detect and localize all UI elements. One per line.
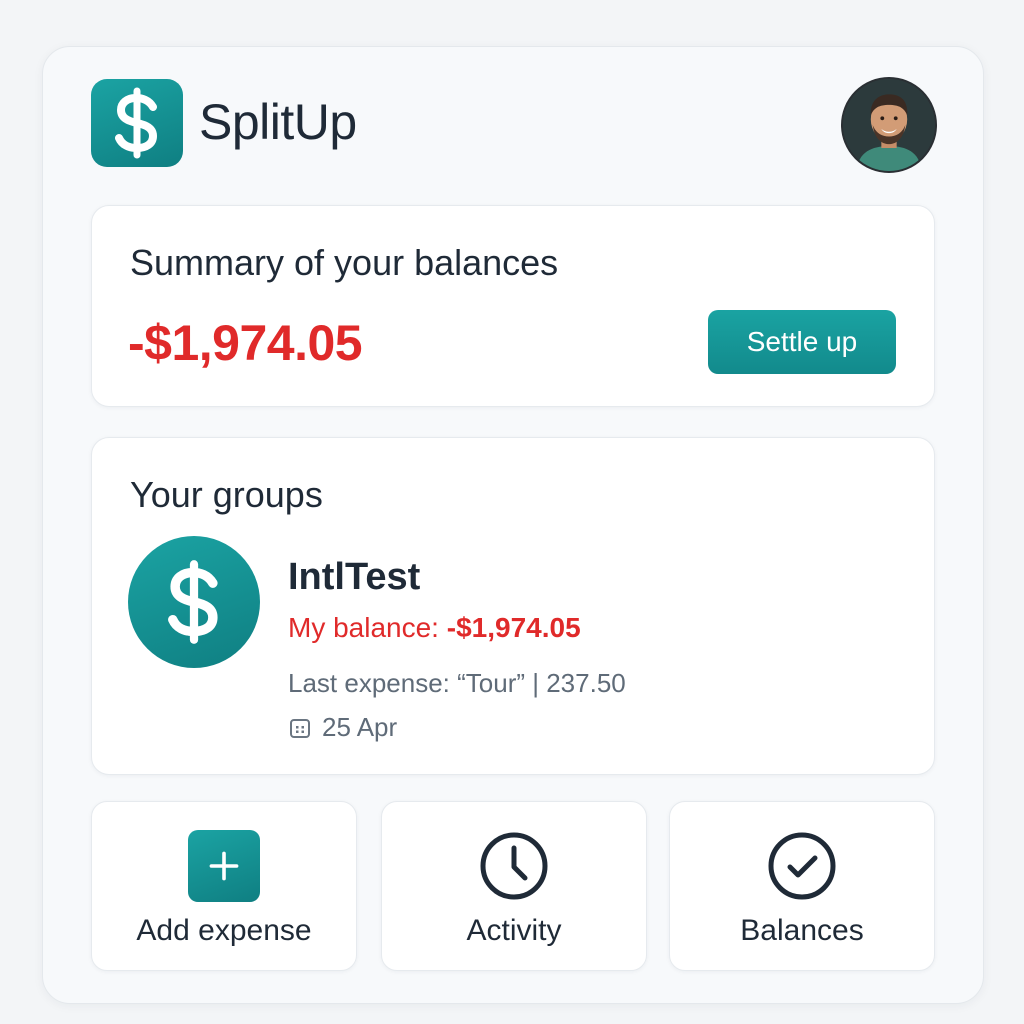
calendar-icon [290, 718, 310, 738]
summary-title: Summary of your balances [130, 242, 559, 283]
balances-button[interactable]: Balances [669, 801, 935, 971]
group-date: 25 Apr [288, 712, 397, 743]
app-window: SplitUp Summary of your balances -$1,974… [42, 46, 984, 1004]
check-circle-icon [768, 832, 836, 900]
user-avatar-icon [843, 79, 935, 171]
summary-card: Summary of your balances -$1,974.05 Sett… [91, 205, 935, 407]
summary-balance-amount: -$1,974.05 [128, 315, 363, 371]
settle-up-button[interactable]: Settle up [708, 310, 896, 374]
group-avatar [128, 536, 260, 668]
activity-label: Activity [466, 914, 562, 947]
add-expense-button[interactable]: Add expense [91, 801, 357, 971]
group-date-text: 25 Apr [322, 712, 398, 742]
group-balance: My balance: -$1,974.05 [288, 612, 581, 644]
group-last-expense: Last expense: “Tour” | 237.50 [288, 668, 626, 698]
plus-icon [188, 830, 260, 902]
dollar-icon [115, 87, 158, 159]
activity-button[interactable]: Activity [381, 801, 647, 971]
app-logo [91, 79, 183, 167]
add-expense-label: Add expense [136, 914, 312, 947]
groups-title: Your groups [130, 474, 323, 515]
avatar[interactable] [841, 77, 937, 173]
app-title: SplitUp [199, 94, 357, 150]
group-balance-label: My balance: [288, 612, 447, 643]
group-balance-amount: -$1,974.05 [446, 612, 581, 643]
group-name: IntlTest [288, 556, 421, 598]
dollar-icon [168, 560, 218, 644]
clock-icon [480, 832, 548, 900]
groups-card: Your groups IntlTest My balance: -$1,974… [91, 437, 935, 775]
balances-label: Balances [740, 914, 864, 947]
